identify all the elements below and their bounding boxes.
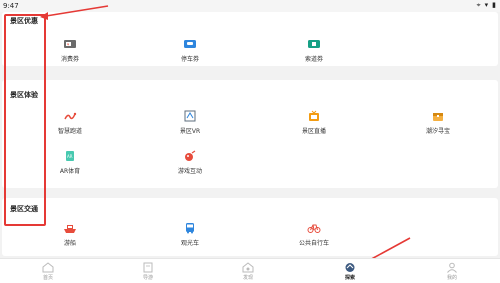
item-voucher[interactable]: ¥ 消费券 xyxy=(30,38,110,63)
tour-bus-icon xyxy=(186,223,194,234)
item-cableway-ticket[interactable]: 索道券 xyxy=(274,38,354,63)
item-parking-ticket[interactable]: 停车券 xyxy=(150,38,230,63)
treasure-chest-icon xyxy=(433,113,443,121)
cableway-ticket-icon xyxy=(308,40,320,48)
tab-discover[interactable]: 发现 xyxy=(228,262,268,281)
status-bar: 9:47 ⌖ ▾ ▮ xyxy=(0,0,500,12)
item-running-track[interactable]: 智慧跑道 xyxy=(30,110,110,135)
battery-icon: ▮ xyxy=(492,1,496,9)
explore-icon xyxy=(345,263,355,272)
section-card-transport: 景区交通 游船 观光车 公共自行车 xyxy=(2,198,498,256)
bicycle-icon xyxy=(307,224,321,233)
item-game[interactable]: 游戏互动 xyxy=(150,150,230,175)
item-ar-sports[interactable]: AR AR体育 xyxy=(30,150,110,175)
boat-icon xyxy=(64,225,76,233)
tab-guide[interactable]: 导游 xyxy=(128,262,168,281)
item-vr[interactable]: 景区VR xyxy=(150,110,230,135)
section-card-experience: 景区体验 智慧跑道 景区VR 景区直播 潮汐寻宝 AR AR体育 游戏互动 xyxy=(2,80,498,188)
item-boat[interactable]: 游船 xyxy=(30,222,110,247)
live-tv-icon xyxy=(309,110,319,121)
discover-icon xyxy=(242,262,254,273)
voucher-icon: ¥ xyxy=(64,40,76,48)
section-title-transport: 景区交通 xyxy=(10,205,38,213)
section-card-discount: 景区优惠 ¥ 消费券 停车券 索道券 xyxy=(2,12,498,66)
tab-profile[interactable]: 我的 xyxy=(432,262,472,281)
section-title-discount: 景区优惠 xyxy=(10,17,38,25)
item-bicycle[interactable]: 公共自行车 xyxy=(274,222,354,247)
vr-icon xyxy=(184,110,196,122)
section-title-experience: 景区体验 xyxy=(10,91,38,99)
bottom-tab-bar: 首页 导游 发现 探索 我的 xyxy=(0,258,500,283)
item-live[interactable]: 景区直播 xyxy=(274,110,354,135)
profile-icon xyxy=(447,262,457,273)
parking-ticket-icon xyxy=(184,40,196,48)
tab-home[interactable]: 首页 xyxy=(28,262,68,281)
item-treasure[interactable]: 潮汐寻宝 xyxy=(398,110,478,135)
status-icons: ⌖ ▾ ▮ xyxy=(477,1,496,10)
ar-sports-icon: AR xyxy=(66,151,74,161)
guide-icon xyxy=(143,262,153,273)
home-icon xyxy=(42,262,54,273)
item-tour-bus[interactable]: 观光车 xyxy=(150,222,230,247)
status-time: 9:47 xyxy=(3,2,19,10)
game-interaction-icon xyxy=(185,150,196,161)
wifi-icon: ▾ xyxy=(484,1,489,9)
svg-text:AR: AR xyxy=(67,154,73,159)
running-track-icon xyxy=(64,112,77,120)
location-icon: ⌖ xyxy=(476,1,481,9)
tab-explore[interactable]: 探索 xyxy=(330,262,370,281)
